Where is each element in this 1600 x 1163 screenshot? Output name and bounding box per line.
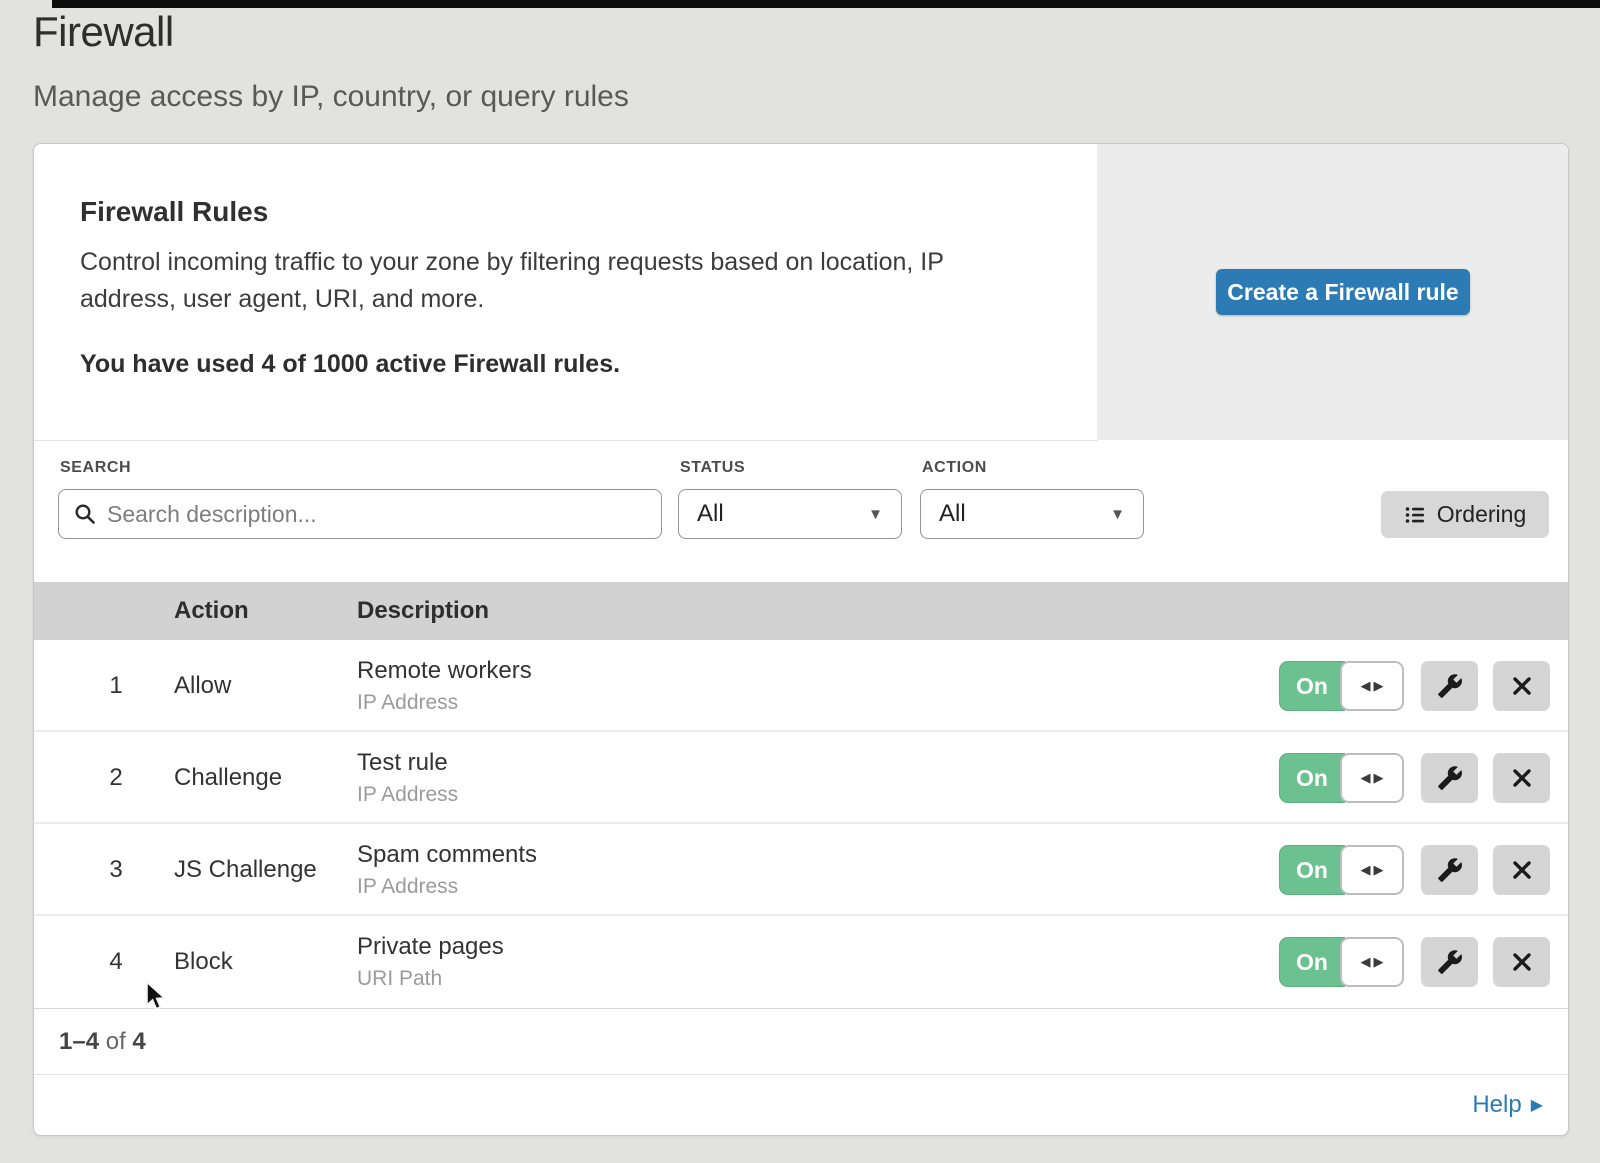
help-arrow-icon: ▶ (1531, 1095, 1543, 1115)
toggle-arrows-segment[interactable]: ◀ ▶ (1340, 845, 1404, 895)
rule-action: Block (174, 948, 233, 976)
pagination-total: 4 (132, 1028, 145, 1055)
help-row: Help ▶ (34, 1074, 1568, 1135)
action-value: All (939, 500, 966, 528)
wrench-icon (1437, 673, 1463, 699)
table-row: 3 JS Challenge Spam comments IP Address … (34, 824, 1568, 916)
wrench-icon (1437, 857, 1463, 883)
action-label: ACTION (922, 459, 987, 477)
rules-usage-text: You have used 4 of 1000 active Firewall … (80, 350, 620, 379)
rule-action: Allow (174, 672, 231, 700)
action-select[interactable]: All ▼ (920, 489, 1144, 539)
page-subtitle: Manage access by IP, country, or query r… (33, 80, 629, 114)
delete-rule-button[interactable] (1493, 845, 1550, 895)
delete-rule-button[interactable] (1493, 661, 1550, 711)
rule-toggle[interactable]: On ◀ ▶ (1279, 937, 1404, 987)
edit-rule-button[interactable] (1421, 753, 1478, 803)
rule-number: 4 (96, 948, 136, 976)
rule-number: 2 (96, 764, 136, 792)
ordering-list-icon (1404, 504, 1426, 526)
rule-description: Test rule (357, 749, 448, 777)
arrow-left-icon: ◀ (1361, 862, 1371, 878)
help-label: Help (1472, 1091, 1521, 1119)
column-header-description: Description (357, 597, 489, 625)
rule-description: Remote workers (357, 657, 532, 685)
ordering-label: Ordering (1437, 501, 1526, 528)
rule-action: Challenge (174, 764, 282, 792)
toggle-on-segment[interactable]: On (1279, 661, 1345, 711)
pagination-of-word: of (106, 1028, 126, 1055)
wrench-icon (1437, 765, 1463, 791)
card-description: Control incoming traffic to your zone by… (80, 244, 1030, 318)
help-link[interactable]: Help ▶ (1472, 1091, 1543, 1119)
chevron-down-icon: ▼ (1110, 506, 1125, 523)
toggle-on-segment[interactable]: On (1279, 753, 1345, 803)
rule-match-type: IP Address (357, 875, 458, 899)
pagination-row: 1–4 of 4 (34, 1008, 1568, 1074)
arrow-right-icon: ▶ (1374, 770, 1384, 786)
edit-rule-button[interactable] (1421, 845, 1478, 895)
close-icon (1510, 858, 1534, 882)
search-icon (73, 502, 97, 526)
status-select[interactable]: All ▼ (678, 489, 902, 539)
close-icon (1510, 950, 1534, 974)
wrench-icon (1437, 949, 1463, 975)
toggle-on-segment[interactable]: On (1279, 845, 1345, 895)
firewall-page: Firewall Manage access by IP, country, o… (0, 0, 1600, 1163)
edit-rule-button[interactable] (1421, 661, 1478, 711)
ordering-button[interactable]: Ordering (1381, 491, 1549, 538)
chevron-down-icon: ▼ (868, 506, 883, 523)
status-label: STATUS (680, 459, 745, 477)
rule-toggle[interactable]: On ◀ ▶ (1279, 845, 1404, 895)
toggle-arrows-segment[interactable]: ◀ ▶ (1340, 937, 1404, 987)
toggle-on-segment[interactable]: On (1279, 937, 1345, 987)
close-icon (1510, 766, 1534, 790)
edit-rule-button[interactable] (1421, 937, 1478, 987)
delete-rule-button[interactable] (1493, 937, 1550, 987)
arrow-right-icon: ▶ (1374, 862, 1384, 878)
pagination-range: 1–4 of 4 (59, 1028, 146, 1056)
search-label: SEARCH (60, 459, 131, 477)
page-title: Firewall (33, 8, 174, 56)
top-black-bar (52, 0, 1600, 8)
rule-number: 1 (96, 672, 136, 700)
create-firewall-rule-button[interactable]: Create a Firewall rule (1216, 269, 1470, 315)
table-row: 4 Block Private pages URI Path On ◀ ▶ (34, 916, 1568, 1008)
search-input[interactable] (107, 501, 647, 528)
toggle-arrows-segment[interactable]: ◀ ▶ (1340, 661, 1404, 711)
rule-toggle[interactable]: On ◀ ▶ (1279, 661, 1404, 711)
rule-action: JS Challenge (174, 856, 317, 884)
rule-match-type: URI Path (357, 967, 442, 991)
table-row: 1 Allow Remote workers IP Address On ◀ ▶ (34, 640, 1568, 732)
toggle-arrows-segment[interactable]: ◀ ▶ (1340, 753, 1404, 803)
search-field[interactable] (58, 489, 662, 539)
status-value: All (697, 500, 724, 528)
arrow-left-icon: ◀ (1361, 770, 1371, 786)
table-header-row: Action Description (34, 582, 1568, 640)
section-divider (34, 440, 1098, 441)
rule-match-type: IP Address (357, 783, 458, 807)
arrow-right-icon: ▶ (1374, 954, 1384, 970)
rule-match-type: IP Address (357, 691, 458, 715)
column-header-action: Action (174, 597, 249, 625)
arrow-right-icon: ▶ (1374, 678, 1384, 694)
rule-number: 3 (96, 856, 136, 884)
close-icon (1510, 674, 1534, 698)
rule-description: Private pages (357, 933, 504, 961)
arrow-left-icon: ◀ (1361, 678, 1371, 694)
table-row: 2 Challenge Test rule IP Address On ◀ ▶ (34, 732, 1568, 824)
firewall-rules-card: Firewall Rules Control incoming traffic … (33, 143, 1569, 1136)
arrow-left-icon: ◀ (1361, 954, 1371, 970)
delete-rule-button[interactable] (1493, 753, 1550, 803)
rule-toggle[interactable]: On ◀ ▶ (1279, 753, 1404, 803)
pagination-start-end: 1–4 (59, 1028, 99, 1055)
rule-description: Spam comments (357, 841, 537, 869)
card-title: Firewall Rules (80, 196, 268, 228)
